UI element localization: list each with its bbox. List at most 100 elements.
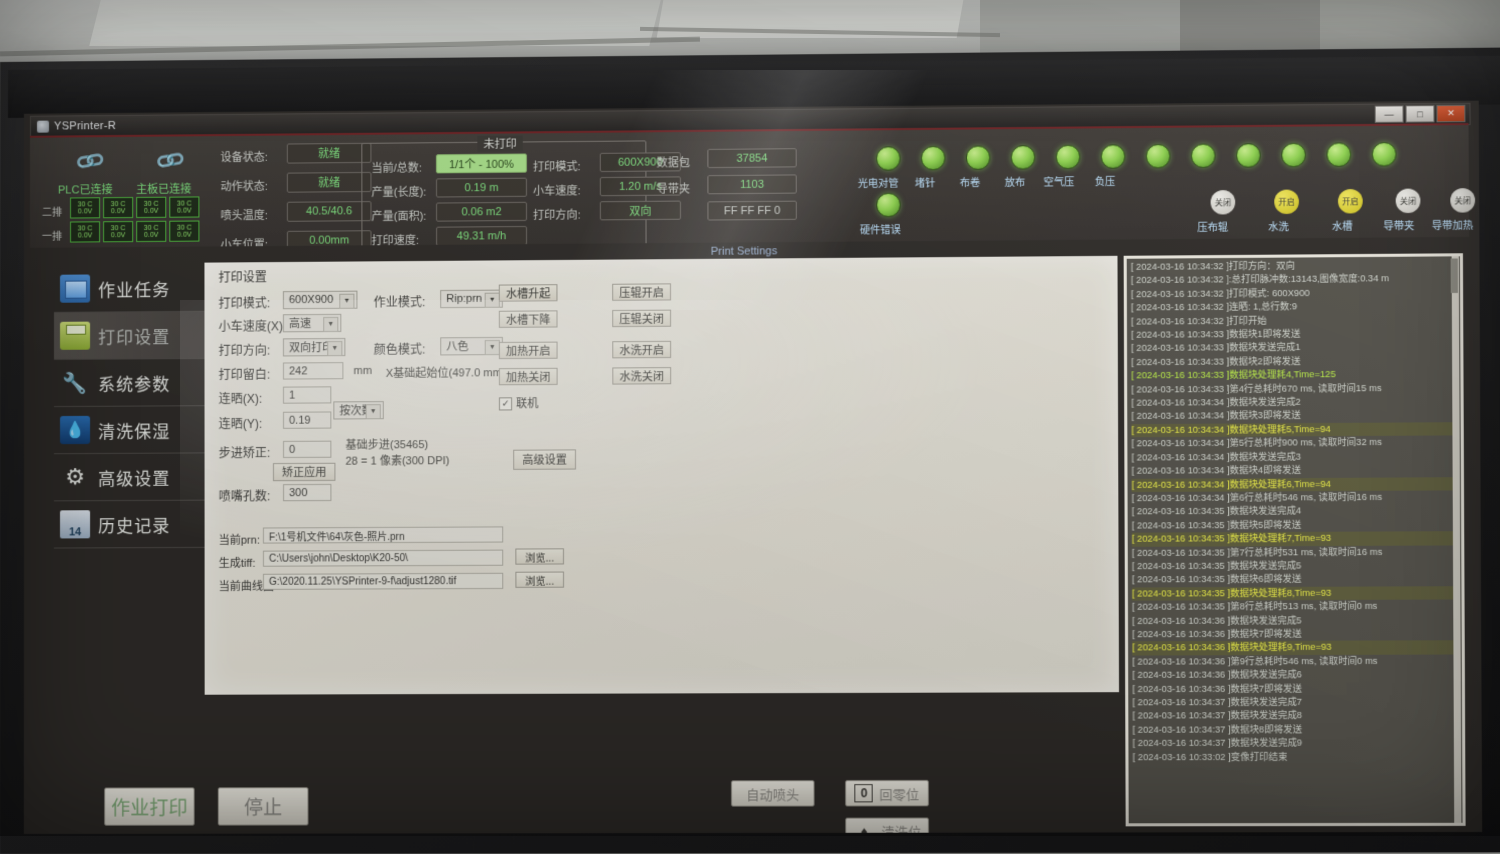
toggle-water-wash[interactable]: 开启 (1274, 189, 1299, 215)
button-heating-on[interactable]: 加热开启 (498, 341, 558, 360)
checkbox-online-label: 联机 (516, 398, 539, 411)
window-controls[interactable]: — □ ✕ (1374, 104, 1466, 123)
output-length-value: 0.19 m (436, 177, 527, 198)
lamp-cloth-feed[interactable] (1010, 145, 1036, 170)
temp-cell[interactable]: 30 C 0.0V (169, 220, 200, 242)
advanced-settings-button[interactable]: 高级设置 (513, 449, 576, 470)
chevron-down-icon: ▼ (484, 339, 500, 356)
lamp-nozzle-block[interactable] (920, 145, 946, 171)
button-press-roller-on[interactable]: 压辊开启 (612, 283, 672, 301)
sidebar-item-advanced[interactable]: ⚙ 高级设置 (53, 453, 205, 502)
calendar-icon: 14 (59, 510, 91, 539)
input-pass-y[interactable]: 0.19 (282, 411, 332, 429)
sidebar-item-clean-moisture[interactable]: 💧 清洗保湿 (53, 406, 205, 455)
temp-row-1: 30 C 0.0V 30 C 0.0V 30 C 0.0V 30 C 0.0V (70, 220, 200, 243)
lamp-label-cloth-feed: 放布 (1004, 177, 1026, 189)
home-zero-button[interactable]: 0 回零位 (845, 779, 929, 807)
label-print-mode: 打印模式: (218, 296, 271, 311)
temp-cell[interactable]: 30 C 0.0V (103, 221, 134, 243)
toggle-belt-clip[interactable]: 关闭 (1395, 188, 1421, 214)
toggle-belt-heat[interactable]: 关闭 (1450, 188, 1476, 213)
home-zero-label: 回零位 (879, 786, 920, 802)
input-margin[interactable]: 242 (282, 362, 344, 380)
button-press-roller-off[interactable]: 压辊关闭 (612, 309, 672, 328)
lamp-11[interactable] (1326, 142, 1352, 167)
log-line: [ 2024-03-16 10:34:36 ]数据块7即将发送 (1132, 683, 1302, 694)
button-water-tank-down[interactable]: 水槽下降 (498, 310, 558, 328)
select-job-mode[interactable]: Rip:prn ▼ (440, 289, 503, 309)
label-carriage-speed: 小车速度(X): (218, 319, 287, 334)
select-pass-count[interactable]: 按次数 ▼ (333, 401, 384, 420)
stop-button[interactable]: 停止 (217, 787, 309, 826)
button-heating-off[interactable]: 加热关闭 (498, 367, 558, 386)
temp-cell[interactable]: 30 C 0.0V (169, 196, 200, 218)
lamp-label-photoelectric: 光电对管 (857, 178, 899, 191)
lamp-10[interactable] (1281, 142, 1306, 168)
clean-position-button[interactable]: ♦ 清洗位 (845, 817, 930, 834)
value-curve-file[interactable]: G:\2020.11.25\YSPrinter-9-f\adjust1280.t… (262, 572, 504, 590)
log-line: [ 2024-03-16 10:34:35 ]数据块6即将发送 (1131, 573, 1302, 585)
print-direction-label: 打印方向: (533, 209, 581, 222)
temp-cell[interactable]: 30 C 0.0V (136, 196, 167, 218)
lamp-9[interactable] (1236, 143, 1261, 168)
temp-cell[interactable]: 30 C 0.0V (70, 221, 101, 243)
maximize-button[interactable]: □ (1405, 105, 1435, 123)
sidebar-label-jobs: 作业任务 (98, 280, 171, 300)
chevron-down-icon: ▼ (323, 316, 339, 333)
button-wash-on[interactable]: 水洗开启 (612, 340, 672, 359)
plc-connection-label: PLC已连接 (58, 184, 113, 197)
lamp-7[interactable] (1145, 143, 1171, 169)
lamp-12[interactable] (1371, 141, 1397, 167)
lamp-label-nozzle-block: 堵针 (914, 178, 936, 190)
lamp-cloth-roll[interactable] (965, 145, 991, 170)
close-button[interactable]: ✕ (1436, 104, 1466, 123)
lamp-photoelectric[interactable] (876, 146, 901, 171)
status-header: 🔗 PLC已连接 🔗 主板已连接 二排 30 C 0.0V 30 C 0.0V 30… (29, 123, 1476, 251)
lamp-air-pressure[interactable] (1055, 144, 1081, 170)
lamp-label-negative-pressure: 负压 (1094, 176, 1116, 189)
toggle-water-tank[interactable]: 开启 (1337, 188, 1363, 214)
app-icon (36, 120, 50, 133)
temp-cell[interactable]: 30 C 0.0V (70, 197, 101, 219)
current-total-value: 1/1个 - 100% (435, 153, 527, 174)
log-line: [ 2024-03-16 10:34:35 ]数据块处理耗7,Time=93 (1131, 531, 1458, 547)
input-nozzle-count[interactable]: 300 (283, 483, 332, 502)
sidebar-label-clean-moisture: 清洗保湿 (98, 421, 171, 442)
label-step-correct: 步进矫正: (218, 446, 271, 461)
job-print-button[interactable]: 作业打印 (104, 787, 195, 826)
device-status-label: 设备状态: (220, 151, 268, 165)
lamp-8[interactable] (1190, 143, 1216, 169)
select-print-mode-value: 600X900 (288, 293, 334, 307)
select-color-mode[interactable]: 八色 ▼ (440, 336, 503, 356)
log-scrollbar-thumb[interactable] (1450, 258, 1458, 294)
sidebar-item-system-params[interactable]: 🔧 系统参数 (53, 358, 205, 408)
lamp-hardware-error[interactable] (876, 192, 901, 218)
value-output-tiff[interactable]: C:\Users\john\Desktop\K20-50\ (262, 549, 504, 567)
auto-nozzle-button[interactable]: 自动喷头 (730, 780, 815, 807)
sidebar-item-print-settings[interactable]: 打印设置 (53, 311, 205, 360)
temp-cell[interactable]: 30 C 0.0V (136, 220, 167, 243)
toggle-press-roller[interactable]: 关闭 (1210, 190, 1236, 215)
checkbox-online[interactable]: ✓ 联机 (498, 395, 539, 411)
select-carriage-speed[interactable]: 高速 ▼ (282, 313, 342, 333)
log-scrollbar[interactable] (1450, 256, 1462, 823)
sidebar-item-jobs[interactable]: 作业任务 (53, 264, 205, 313)
select-print-mode[interactable]: 600X900 ▼ (282, 290, 358, 310)
input-pass-x[interactable]: 1 (282, 386, 332, 404)
minimize-button[interactable]: — (1374, 105, 1404, 123)
apply-correction-button[interactable]: 矫正应用 (272, 462, 336, 482)
lamp-negative-pressure[interactable] (1100, 144, 1126, 169)
sidebar-item-history[interactable]: 14 历史记录 (53, 500, 205, 549)
data-packet-label: 数据包 (656, 157, 691, 170)
button-wash-off[interactable]: 水洗关闭 (612, 367, 672, 385)
zero-box-icon: 0 (854, 784, 874, 803)
value-current-prn: F:\1号机文件\64\灰色-照片.prn (262, 526, 504, 544)
log-list[interactable]: [ 2024-03-16 10:34:32 ]打印方向：双向[ 2024-03-… (1126, 256, 1463, 824)
button-water-tank-up[interactable]: 水槽升起 (498, 284, 558, 302)
temp-cell[interactable]: 30 C 0.0V (103, 196, 134, 219)
browse-button-tiff[interactable]: 浏览... (515, 548, 564, 565)
browse-button-curve[interactable]: 浏览... (515, 571, 565, 588)
volt-value: 0.0V (110, 231, 126, 239)
select-print-direction[interactable]: 双向打印 ▼ (282, 337, 346, 357)
input-step-correct[interactable]: 0 (283, 440, 332, 459)
